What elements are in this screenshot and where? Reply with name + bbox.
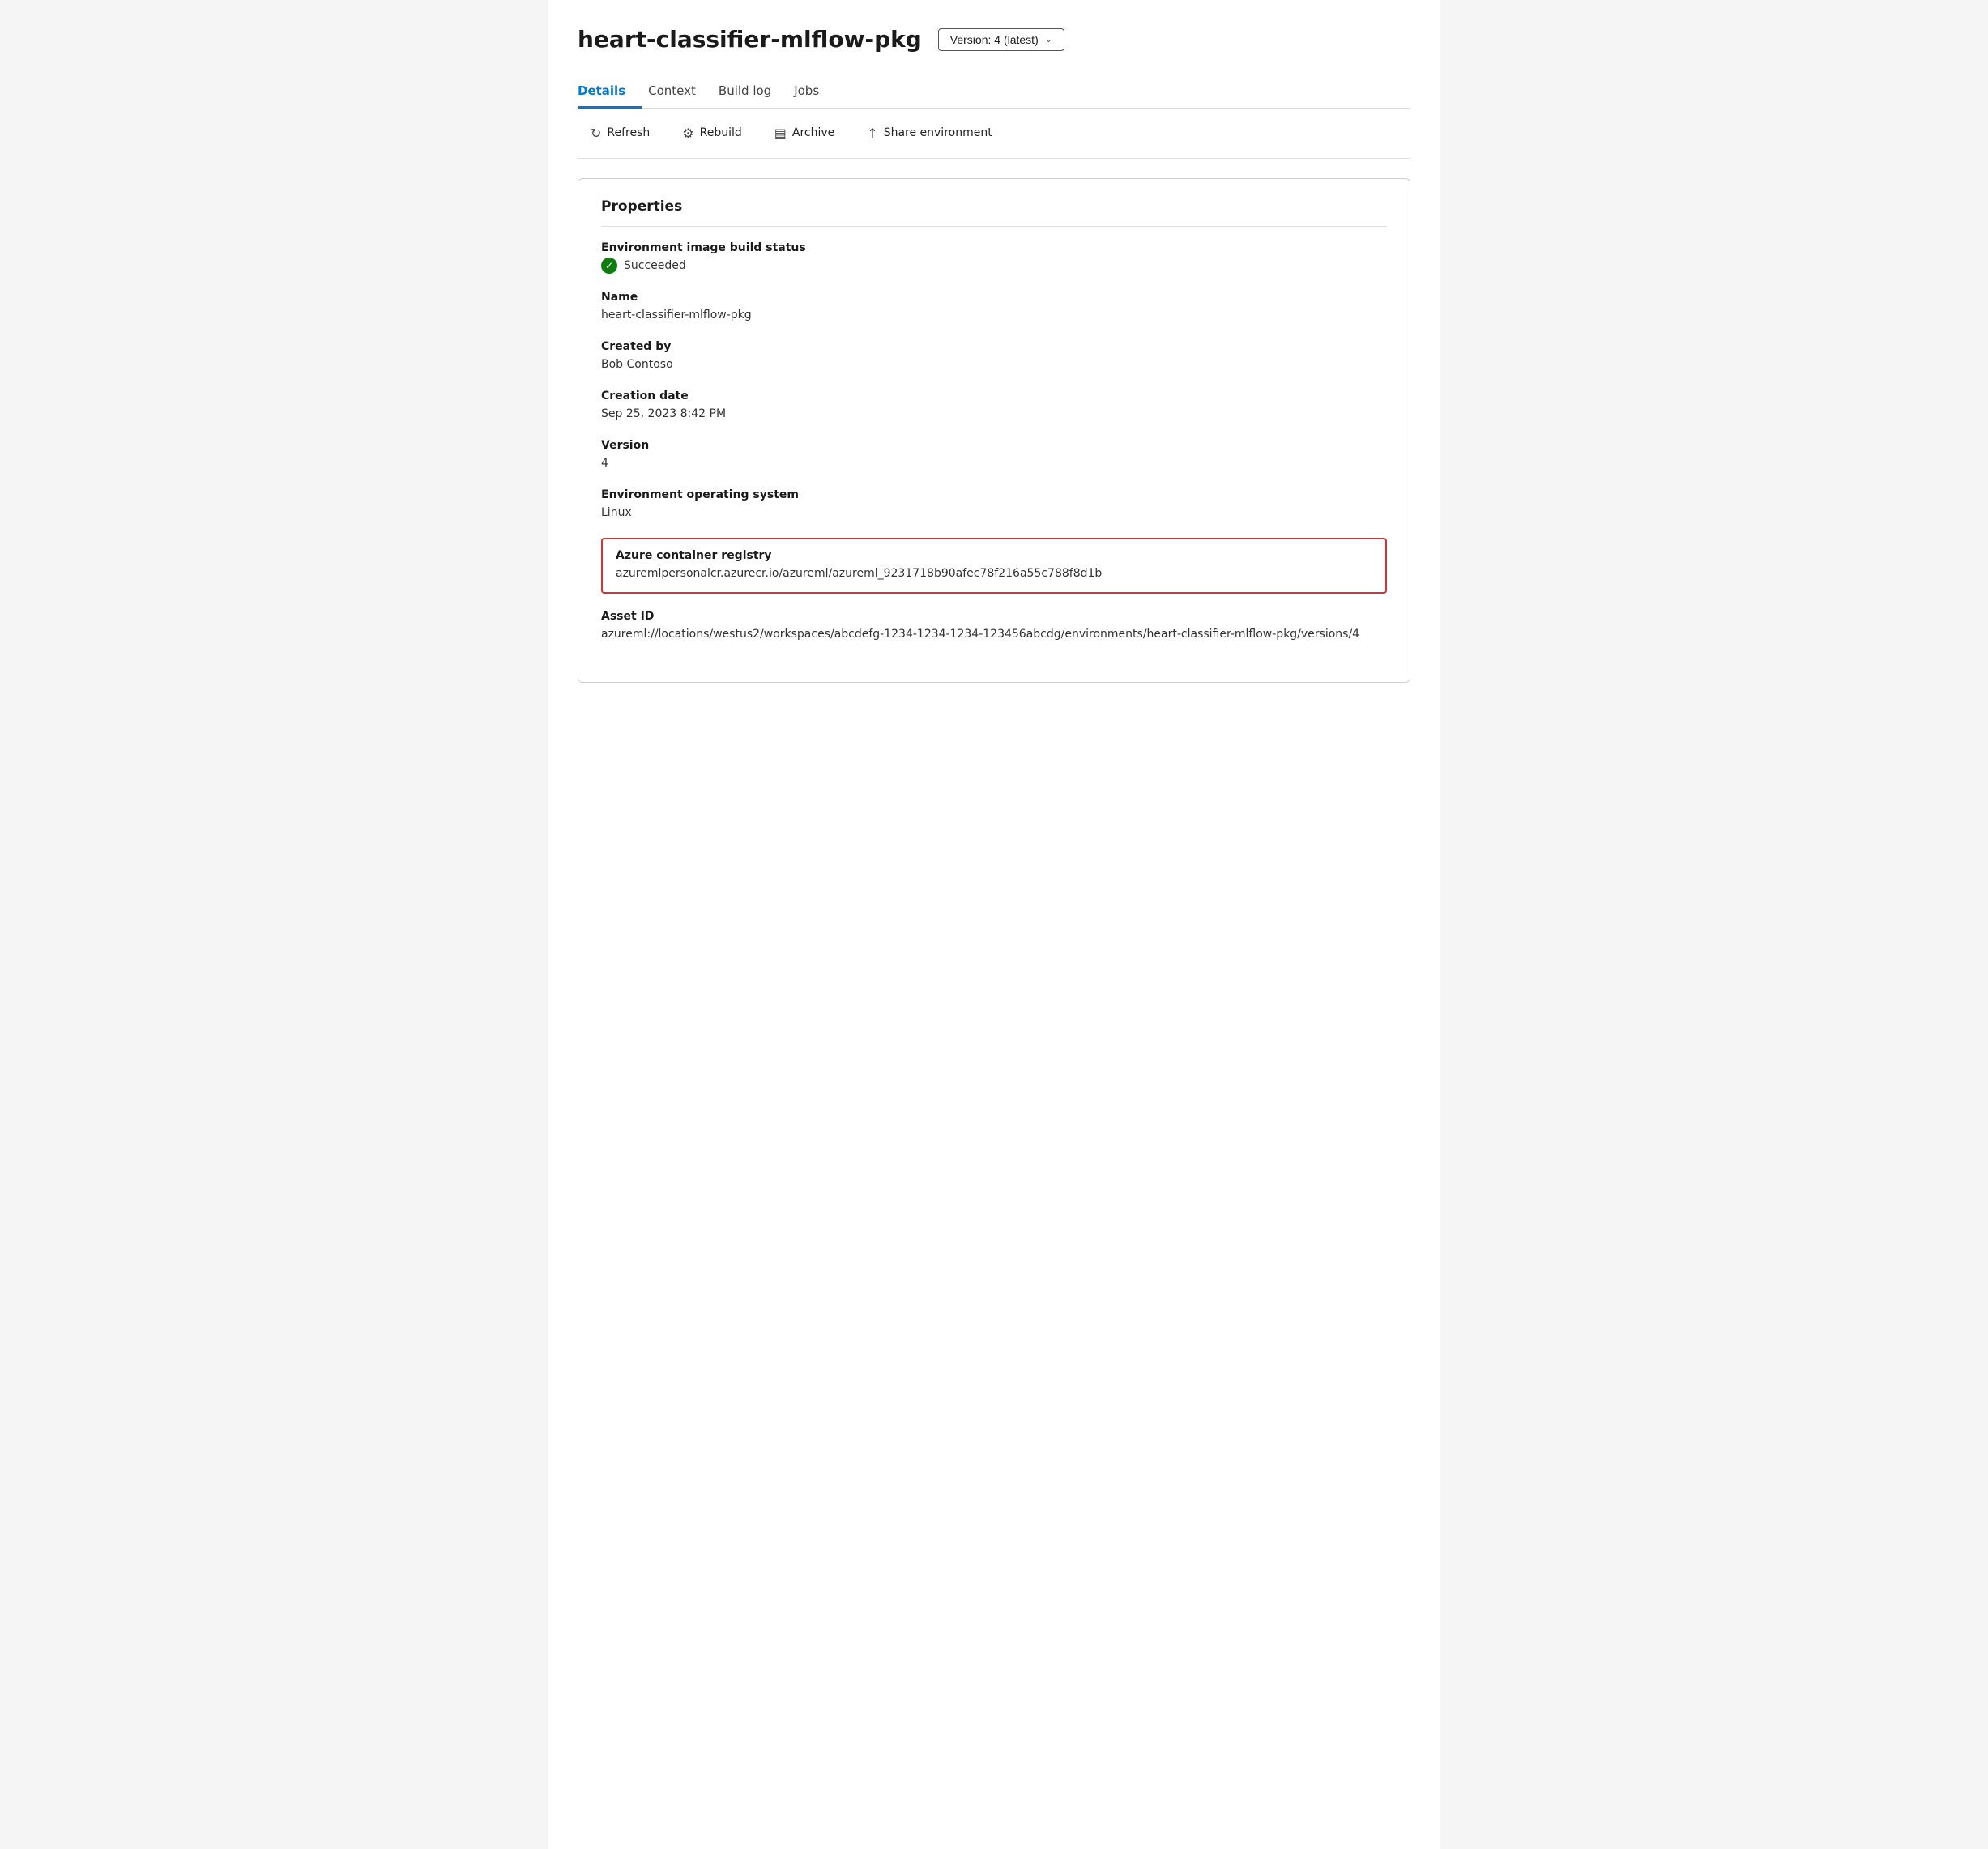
prop-group-creation-date: Creation date Sep 25, 2023 8:42 PM — [601, 390, 1387, 423]
refresh-icon: ↻ — [591, 126, 601, 141]
rebuild-button[interactable]: ⚙ Rebuild — [669, 120, 754, 147]
prop-label-build-status: Environment image build status — [601, 241, 1387, 254]
share-environment-button[interactable]: ↑ Share environment — [854, 120, 1005, 147]
success-status-icon — [601, 258, 617, 274]
prop-label-creation-date: Creation date — [601, 390, 1387, 403]
prop-group-created-by: Created by Bob Contoso — [601, 340, 1387, 373]
tab-build-log[interactable]: Build log — [719, 75, 787, 109]
prop-label-created-by: Created by — [601, 340, 1387, 353]
prop-value-name: heart-classifier-mlflow-pkg — [601, 307, 1387, 324]
prop-value-env-os: Linux — [601, 505, 1387, 522]
prop-group-build-status: Environment image build status Succeeded — [601, 241, 1387, 275]
tab-context[interactable]: Context — [648, 75, 712, 109]
prop-value-build-status: Succeeded — [624, 258, 686, 275]
prop-label-env-os: Environment operating system — [601, 488, 1387, 501]
version-dropdown[interactable]: Version: 4 (latest) ⌄ — [938, 28, 1064, 51]
archive-button[interactable]: ▤ Archive — [761, 120, 848, 147]
prop-value-creation-date: Sep 25, 2023 8:42 PM — [601, 406, 1387, 423]
rebuild-icon: ⚙ — [682, 126, 693, 141]
prop-value-version: 4 — [601, 455, 1387, 472]
prop-group-version: Version 4 — [601, 439, 1387, 472]
refresh-label: Refresh — [607, 126, 650, 139]
tab-details[interactable]: Details — [578, 75, 642, 109]
tab-jobs[interactable]: Jobs — [794, 75, 835, 109]
prop-label-name: Name — [601, 291, 1387, 304]
prop-label-asset-id: Asset ID — [601, 610, 1387, 623]
share-label: Share environment — [884, 126, 992, 139]
prop-value-created-by: Bob Contoso — [601, 356, 1387, 373]
share-icon: ↑ — [867, 126, 877, 141]
prop-group-name: Name heart-classifier-mlflow-pkg — [601, 291, 1387, 324]
card-title: Properties — [601, 198, 1387, 227]
prop-value-asset-id: azureml://locations/westus2/workspaces/a… — [601, 626, 1387, 643]
prop-label-azure-container-registry: Azure container registry — [616, 549, 1372, 562]
prop-group-asset-id: Asset ID azureml://locations/westus2/wor… — [601, 610, 1387, 643]
toolbar: ↻ Refresh ⚙ Rebuild ▤ Archive ↑ Share en… — [578, 109, 1410, 159]
rebuild-label: Rebuild — [700, 126, 742, 139]
version-label: Version: 4 (latest) — [950, 33, 1039, 46]
prop-group-env-os: Environment operating system Linux — [601, 488, 1387, 522]
tabs-container: Details Context Build log Jobs — [578, 75, 1410, 109]
archive-label: Archive — [792, 126, 834, 139]
prop-group-azure-container-registry: Azure container registry azuremlpersonal… — [601, 538, 1387, 594]
chevron-down-icon: ⌄ — [1045, 34, 1052, 45]
properties-card: Properties Environment image build statu… — [578, 178, 1410, 683]
archive-icon: ▤ — [774, 126, 787, 141]
prop-label-version: Version — [601, 439, 1387, 452]
refresh-button[interactable]: ↻ Refresh — [578, 120, 663, 147]
page-title: heart-classifier-mlflow-pkg — [578, 26, 922, 53]
prop-value-azure-container-registry: azuremlpersonalcr.azurecr.io/azureml/azu… — [616, 565, 1372, 582]
